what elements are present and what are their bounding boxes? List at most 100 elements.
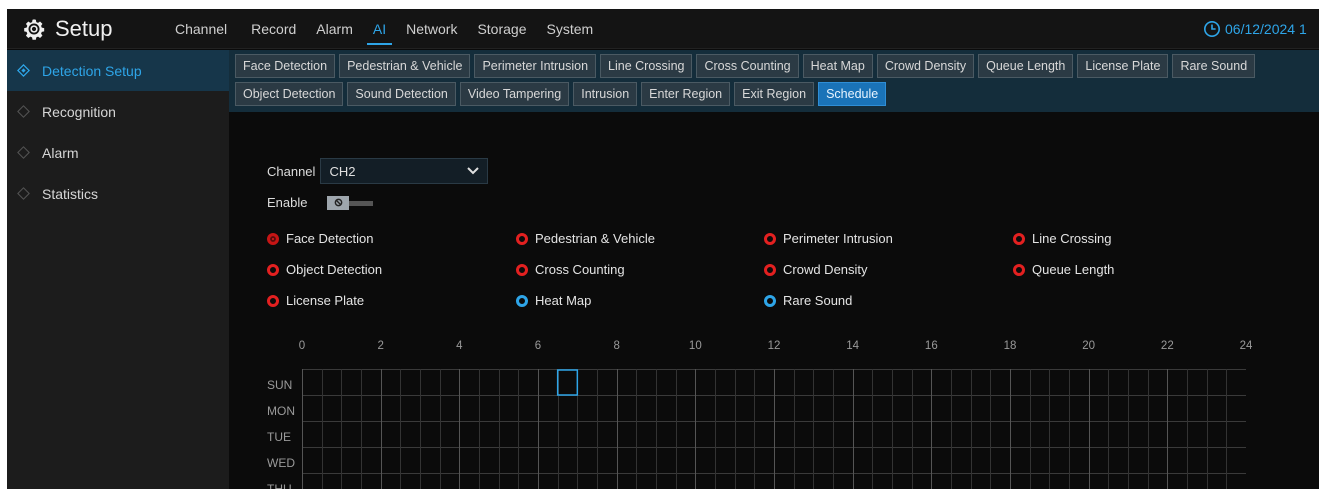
hour-label: 14 (846, 340, 860, 352)
tab-license-plate[interactable]: License Plate (1077, 54, 1169, 78)
option-label: Crowd Density (783, 262, 868, 277)
chevron-down-icon (467, 167, 480, 175)
option-face-detection[interactable]: Face Detection (267, 231, 373, 246)
option-cross-counting[interactable]: Cross Counting (516, 262, 625, 277)
gear-icon (24, 19, 45, 40)
option-perimeter-intrusion[interactable]: Perimeter Intrusion (764, 231, 893, 246)
option-object-detection[interactable]: Object Detection (267, 262, 382, 277)
hour-label: 18 (1003, 340, 1017, 352)
clock: 06/12/2024 1 (1203, 9, 1307, 49)
enable-label: Enable (267, 195, 308, 210)
tab-queue-length[interactable]: Queue Length (978, 54, 1074, 78)
menu-item-network[interactable]: Network (396, 9, 467, 49)
radio-icon (764, 232, 776, 245)
hour-label: 24 (1239, 340, 1253, 352)
tab-heat-map[interactable]: Heat Map (802, 54, 873, 78)
option-license-plate[interactable]: License Plate (267, 293, 364, 308)
option-label: Line Crossing (1032, 231, 1112, 246)
day-label-thu: THU (267, 482, 292, 489)
menu-item-system[interactable]: System (537, 9, 604, 49)
menu-item-ai[interactable]: AI (363, 9, 396, 49)
tab-object-detection[interactable]: Object Detection (235, 82, 344, 106)
radio-icon (1013, 263, 1025, 276)
enable-toggle[interactable] (327, 195, 374, 210)
toggle-track (347, 200, 374, 206)
cell-cursor[interactable] (556, 369, 579, 396)
tab-crowd-density[interactable]: Crowd Density (876, 54, 975, 78)
radio-icon (267, 294, 279, 307)
tab-schedule[interactable]: Schedule (818, 82, 887, 106)
channel-value: CH2 (329, 163, 356, 179)
sidebar: Detection Setup Recognition Alarm Statistic… (7, 50, 229, 489)
toggle-knob (327, 195, 350, 210)
menu-item-record[interactable]: Record (241, 9, 306, 49)
tab-intrusion[interactable]: Intrusion (573, 82, 638, 106)
option-heat-map[interactable]: Heat Map (516, 293, 591, 308)
radio-icon (267, 232, 279, 245)
tab-video-tampering[interactable]: Video Tampering (459, 82, 570, 106)
sidebar-item-recognition[interactable]: Recognition (7, 91, 229, 132)
radio-icon (764, 294, 776, 307)
hour-label: 12 (767, 340, 781, 352)
radio-icon (267, 263, 279, 276)
diamond-icon (17, 146, 30, 159)
option-pedestrian-vehicle[interactable]: Pedestrian & Vehicle (516, 231, 655, 246)
option-label: License Plate (286, 293, 365, 308)
tab-line-crossing[interactable]: Line Crossing (600, 54, 693, 78)
option-queue-length[interactable]: Queue Length (1013, 262, 1114, 277)
option-label: Object Detection (286, 262, 383, 277)
sidebar-item-label: Recognition (42, 103, 116, 120)
option-label: Face Detection (286, 231, 374, 246)
sidebar-item-statistics[interactable]: Statistics (7, 173, 229, 214)
diamond-icon (17, 105, 30, 118)
tab-perimeter-intrusion[interactable]: Perimeter Intrusion (474, 54, 597, 78)
day-label-mon: MON (267, 404, 295, 418)
menu-item-storage[interactable]: Storage (467, 9, 536, 49)
menu-item-channel[interactable]: Channel (165, 9, 237, 49)
radio-icon (1013, 232, 1025, 245)
tab-sound-detection[interactable]: Sound Detection (347, 82, 456, 106)
sidebar-item-label: Alarm (42, 144, 79, 161)
hour-label: 8 (613, 340, 620, 352)
day-label-wed: WED (267, 456, 295, 470)
schedule-cells[interactable] (302, 369, 1246, 489)
hour-label: 0 (298, 340, 306, 352)
top-bar: Setup Channel Record Alarm AI Network Storage… (7, 9, 1319, 49)
schedule-grid: 0 2 4 6 8 10 12 14 16 18 20 22 24 SUN MON TUE WED THU (267, 340, 1257, 489)
tab-exit-region[interactable]: Exit Region (734, 82, 815, 106)
enable-row: Enable (267, 195, 374, 210)
page-title: Setup (55, 16, 113, 41)
top-menu: Channel Record Alarm AI Network Storage System (165, 9, 603, 49)
tab-pedestrian-vehicle[interactable]: Pedestrian & Vehicle (339, 54, 471, 78)
radio-icon (516, 263, 528, 276)
option-label: Queue Length (1032, 262, 1115, 277)
tab-row: Object Detection Sound Detection Video Tam… (235, 82, 1319, 106)
menu-item-alarm[interactable]: Alarm (306, 9, 363, 49)
tab-row: Face Detection Pedestrian & Vehicle Perime… (235, 54, 1319, 78)
option-label: Perimeter Intrusion (783, 231, 893, 246)
radio-icon (764, 263, 776, 276)
diamond-icon (17, 64, 30, 77)
tab-face-detection[interactable]: Face Detection (235, 54, 336, 78)
hour-label: 22 (1160, 340, 1174, 352)
sidebar-item-alarm[interactable]: Alarm (7, 132, 229, 173)
radio-icon (516, 294, 528, 307)
tab-enter-region[interactable]: Enter Region (641, 82, 731, 106)
option-rare-sound[interactable]: Rare Sound (764, 293, 852, 308)
brand: Setup (23, 9, 113, 49)
channel-select[interactable]: CH2 (320, 158, 489, 184)
option-crowd-density[interactable]: Crowd Density (764, 262, 868, 277)
tab-cross-counting[interactable]: Cross Counting (696, 54, 799, 78)
diamond-icon (17, 187, 30, 200)
main-content: Face Detection Pedestrian & Vehicle Perime… (229, 50, 1319, 489)
hour-label: 6 (534, 340, 542, 352)
sidebar-item-label: Detection Setup (42, 62, 142, 79)
option-line-crossing[interactable]: Line Crossing (1013, 231, 1112, 246)
tab-rare-sound[interactable]: Rare Sound (1172, 54, 1256, 78)
hour-label: 10 (688, 340, 702, 352)
off-icon (334, 198, 343, 207)
sidebar-item-detection-setup[interactable]: Detection Setup (7, 50, 229, 91)
radio-icon (516, 232, 528, 245)
option-label: Pedestrian & Vehicle (535, 231, 655, 246)
app-window: Setup Channel Record Alarm AI Network Storage… (7, 9, 1319, 489)
